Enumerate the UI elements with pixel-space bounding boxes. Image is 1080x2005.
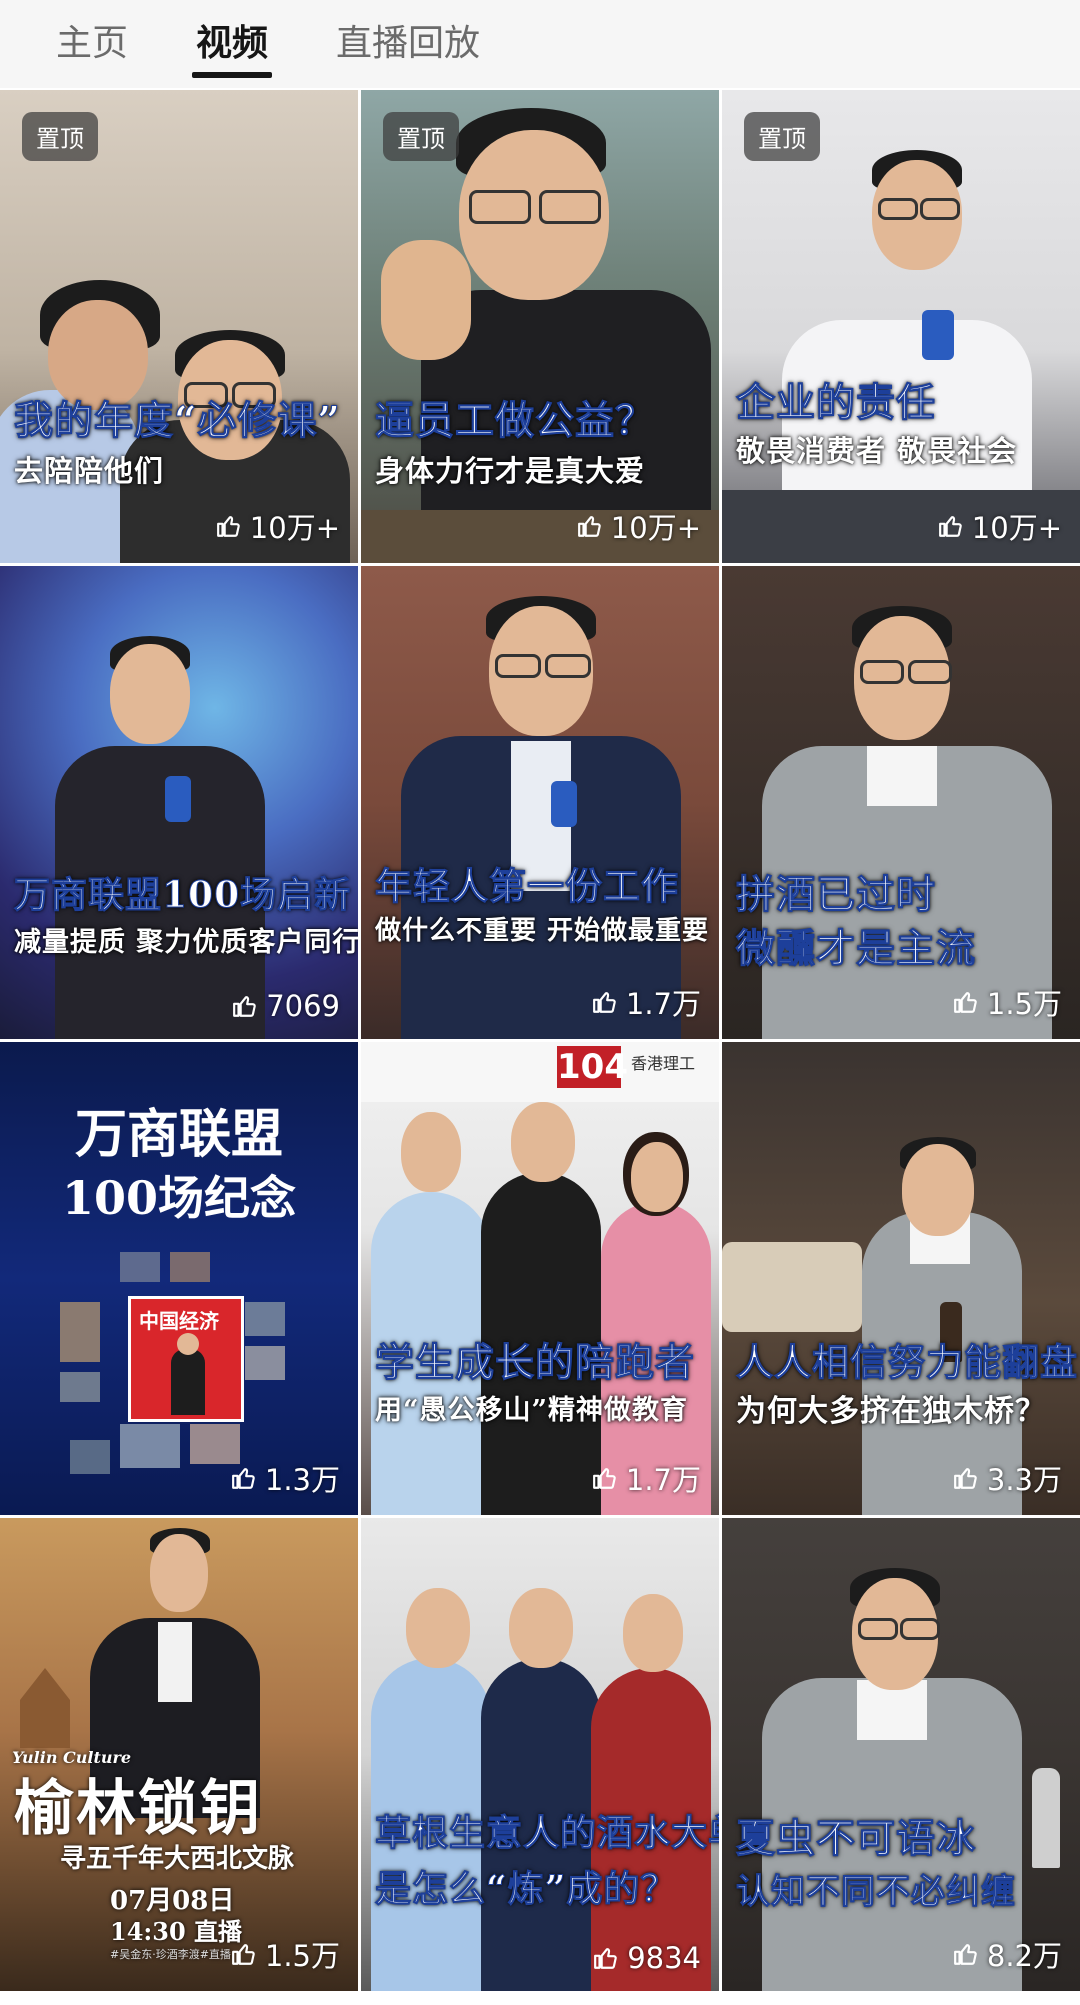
video-subtitle: 做什么不重要 开始做最重要 — [375, 916, 710, 946]
pinned-badge: 置顶 — [22, 112, 98, 161]
photo-collage: 中国经济 — [50, 1252, 310, 1492]
like-count-value: 1.7万 — [625, 1463, 701, 1497]
video-title: 人人相信努力能翻盘 — [736, 1340, 1078, 1385]
thumbnail-figure — [361, 566, 719, 1039]
pinned-badge: 置顶 — [744, 112, 820, 161]
collage-badge: 中国经济 — [139, 1309, 219, 1333]
video-subtitle: 寻五千年大西北文脉 — [60, 1844, 295, 1874]
thumbs-up-icon — [953, 1944, 977, 1965]
like-count-value: 1.3万 — [264, 1463, 340, 1497]
video-tile[interactable]: 拼酒已过时 微醺才是主流 1.5万 — [722, 566, 1080, 1039]
video-subtitle: 用“愚公移山”精神做教育 — [375, 1395, 689, 1426]
video-subtitle: 减量提质 聚力优质客户同行 — [14, 927, 358, 958]
like-count: 10万+ — [938, 505, 1062, 547]
like-count: 3.3万 — [953, 1457, 1062, 1499]
video-subtitle: 去陪陪他们 — [14, 454, 165, 488]
profile-tabs: 主页 视频 直播回放 — [0, 0, 1080, 88]
video-tile[interactable]: 104 香港理工 学生成长的陪跑者 用“愚公移山”精神做教育 1.7万 — [361, 1042, 719, 1515]
video-tile[interactable]: 置顶 企业的责任 敬畏消费者 敬畏社会 10万+ — [722, 90, 1080, 563]
thumbs-up-icon — [592, 1468, 616, 1489]
like-count-value: 10万+ — [971, 511, 1062, 545]
video-tile[interactable]: 万商联盟 100场纪念 中国经济 1.3万 — [0, 1042, 358, 1515]
thumbnail-figure — [722, 1042, 1080, 1515]
like-count-value: 8.2万 — [986, 1939, 1062, 1973]
like-count: 7069 — [232, 989, 340, 1023]
thumbnail-figure — [722, 1518, 1080, 1991]
thumbs-up-icon — [953, 992, 977, 1013]
thumbs-up-icon — [938, 516, 962, 537]
video-subtitle: 为何大多挤在独木桥？ — [736, 1394, 1046, 1429]
like-count: 1.7万 — [592, 1457, 701, 1499]
thumbs-up-icon — [592, 992, 616, 1013]
thumbs-up-icon — [216, 516, 240, 537]
video-tile[interactable]: 人人相信努力能翻盘 为何大多挤在独木桥？ 3.3万 — [722, 1042, 1080, 1515]
video-subtitle: 是怎么“炼”成的？ — [375, 1868, 678, 1911]
like-count-value: 9834 — [627, 1941, 701, 1975]
video-subtitle: 认知不同不必纠缠 — [736, 1872, 1016, 1913]
thumbs-up-icon — [577, 516, 601, 537]
thumbnail-figure — [361, 1518, 719, 1991]
video-title: 我的年度“必修课” — [14, 398, 341, 445]
video-subtitle: 微醺才是主流 — [736, 926, 977, 973]
thumbs-up-icon — [231, 1468, 255, 1489]
pinned-badge: 置顶 — [383, 112, 459, 161]
thumbs-up-icon — [231, 1944, 255, 1965]
like-count: 10万+ — [577, 505, 701, 547]
tab-live-replay[interactable]: 直播回放 — [336, 0, 480, 80]
like-count: 10万+ — [216, 505, 340, 547]
like-count-value: 10万+ — [610, 511, 701, 545]
live-time: 14:30 直播 — [110, 1917, 243, 1946]
video-title: 年轻人第一份工作 — [375, 864, 679, 909]
hashtags: #吴金东·珍酒李渡#直播 — [110, 1948, 231, 1961]
like-count-value: 1.5万 — [264, 1939, 340, 1973]
video-title: 草根生意人的酒水大单 — [375, 1812, 720, 1855]
like-count: 9834 — [593, 1941, 701, 1975]
like-count: 8.2万 — [953, 1933, 1062, 1975]
video-grid: 置顶 我的年度“必修课” 去陪陪他们 10万+ 置顶 逼员工做公益？ 身体力行才… — [0, 90, 1080, 1991]
thumbs-up-icon — [233, 996, 256, 1017]
like-count: 1.5万 — [953, 981, 1062, 1023]
video-tile[interactable]: 年轻人第一份工作 做什么不重要 开始做最重要 1.7万 — [361, 566, 719, 1039]
video-title: 逼员工做公益？ — [375, 398, 656, 445]
like-count: 1.7万 — [592, 981, 701, 1023]
video-title: 万商联盟 — [74, 1104, 283, 1165]
tab-home[interactable]: 主页 — [56, 0, 128, 80]
video-tile[interactable]: 夏虫不可语冰 认知不同不必纠缠 8.2万 — [722, 1518, 1080, 1991]
video-subtitle: 100场纪念 — [61, 1171, 297, 1225]
video-title: 榆林锁钥 — [14, 1774, 262, 1844]
video-title: 企业的责任 — [736, 380, 937, 427]
video-title: 夏虫不可语冰 — [736, 1816, 977, 1863]
video-tile[interactable]: Yulin Culture 榆林锁钥 寻五千年大西北文脉 07月08日 14:3… — [0, 1518, 358, 1991]
video-title: 拼酒已过时 — [736, 872, 937, 919]
like-count: 1.5万 — [231, 1933, 340, 1975]
like-count: 1.3万 — [231, 1457, 340, 1499]
video-tile[interactable]: 置顶 我的年度“必修课” 去陪陪他们 10万+ — [0, 90, 358, 563]
thumbs-up-icon — [594, 1948, 617, 1969]
video-tile[interactable]: 草根生意人的酒水大单 是怎么“炼”成的？ 9834 — [361, 1518, 719, 1991]
video-title: 万商联盟100场启新 — [14, 874, 352, 917]
like-count-value: 3.3万 — [986, 1463, 1062, 1497]
thumbs-up-icon — [953, 1468, 977, 1489]
video-tile[interactable]: 置顶 逼员工做公益？ 身体力行才是真大爱 10万+ — [361, 90, 719, 563]
video-tile[interactable]: 万商联盟100场启新 减量提质 聚力优质客户同行 7069 — [0, 566, 358, 1039]
video-subtitle: 身体力行才是真大爱 — [375, 454, 646, 488]
tab-videos[interactable]: 视频 — [192, 0, 273, 80]
like-count-value: 1.5万 — [986, 987, 1062, 1021]
like-count-value: 7069 — [266, 989, 340, 1023]
video-title: 学生成长的陪跑者 — [375, 1340, 696, 1387]
thumbnail-figure — [361, 1042, 719, 1515]
thumbnail-figure — [0, 566, 358, 1039]
like-count-value: 10万+ — [249, 511, 340, 545]
video-subtitle: 敬畏消费者 敬畏社会 — [736, 434, 1018, 468]
like-count-value: 1.7万 — [625, 987, 701, 1021]
